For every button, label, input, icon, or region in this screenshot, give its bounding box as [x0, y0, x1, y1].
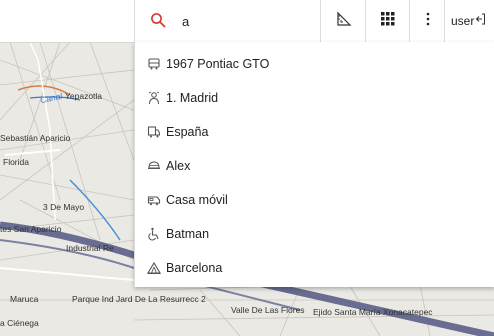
wheelchair-icon: [147, 227, 161, 241]
logout-icon: [476, 12, 486, 30]
map-label: a Ciénega: [0, 318, 39, 328]
camper-icon: [147, 193, 161, 207]
search-icon: [150, 12, 166, 28]
map-label: Maruca: [10, 294, 39, 304]
tent-icon: [147, 261, 161, 275]
search-box[interactable]: [134, 0, 321, 42]
result-label: Alex: [166, 158, 191, 173]
truck-icon: [147, 125, 161, 139]
user-label: user: [451, 14, 475, 28]
result-item[interactable]: 1967 Pontiac GTO: [135, 47, 494, 80]
search-results-dropdown: 1967 Pontiac GTO 1. Madrid España Alex C…: [134, 42, 494, 287]
result-label: Casa móvil: [166, 192, 228, 207]
map-label: Valle De Las Flores: [231, 305, 305, 315]
map-label: tes San Aparicio: [0, 224, 62, 234]
helmet-icon: [147, 159, 161, 173]
search-input[interactable]: [182, 12, 302, 30]
map-label: Industrial Re: [66, 243, 114, 253]
result-label: Barcelona: [166, 260, 223, 275]
kebab-menu-icon: [426, 12, 430, 31]
result-label: 1967 Pontiac GTO: [166, 56, 270, 71]
measure-button[interactable]: [320, 0, 366, 42]
grid-icon: [381, 11, 395, 31]
result-label: 1. Madrid: [166, 90, 219, 105]
result-item[interactable]: Casa móvil: [135, 183, 494, 216]
person-icon: [147, 91, 161, 105]
bus-icon: [147, 57, 161, 71]
user-menu-button[interactable]: user: [444, 0, 494, 42]
map-label: Sebastián Aparicio: [0, 133, 71, 143]
top-toolbar: user: [0, 0, 494, 43]
map-label: Yepazotla: [65, 91, 103, 101]
more-options-button[interactable]: [409, 0, 445, 42]
map-label: 3 De Mayo: [43, 202, 85, 212]
result-label: España: [166, 124, 209, 139]
result-item[interactable]: 1. Madrid: [135, 81, 494, 114]
result-item[interactable]: Barcelona: [135, 251, 494, 284]
result-item[interactable]: España: [135, 115, 494, 148]
result-item[interactable]: Alex: [135, 149, 494, 182]
map-label: Parque Ind Jard De La Resurrecc 2: [72, 294, 206, 304]
result-item[interactable]: Batman: [135, 217, 494, 250]
result-label: Batman: [166, 226, 210, 241]
map-label: Ejido Santa María Xonacatepec: [313, 307, 433, 317]
map-label: Florida: [3, 157, 29, 167]
apps-grid-button[interactable]: [365, 0, 410, 42]
ruler-angle-icon: [336, 11, 352, 32]
